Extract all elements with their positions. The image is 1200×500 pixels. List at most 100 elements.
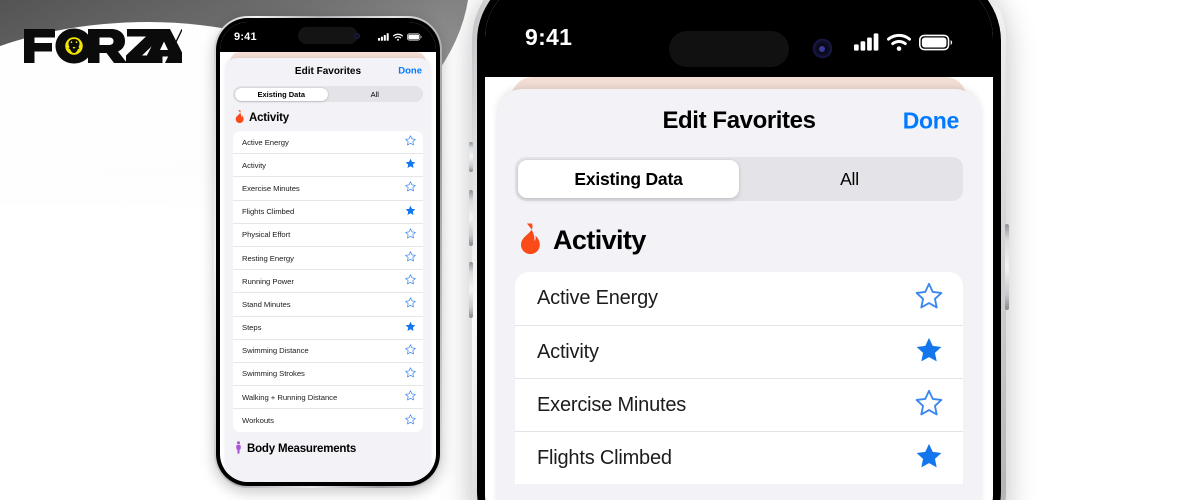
list-item[interactable]: Swimming Distance bbox=[233, 340, 423, 363]
star-outline-icon[interactable] bbox=[915, 389, 943, 417]
list-item[interactable]: Flights Climbed bbox=[515, 431, 963, 484]
star-outline-icon[interactable] bbox=[405, 414, 416, 425]
metrics-list-large: Active Energy Activity Exercise Minutes Fli… bbox=[515, 272, 963, 484]
favorite-toggle[interactable] bbox=[915, 389, 943, 422]
star-outline-icon[interactable] bbox=[405, 274, 416, 285]
list-item-label: Active Energy bbox=[242, 137, 289, 147]
flame-icon bbox=[517, 223, 543, 258]
list-item[interactable]: Workouts bbox=[233, 409, 423, 432]
list-item[interactable]: Active Energy bbox=[515, 272, 963, 325]
favorite-toggle[interactable] bbox=[405, 249, 416, 267]
tab-all[interactable]: All bbox=[328, 88, 422, 101]
favorite-toggle[interactable] bbox=[405, 203, 416, 221]
edit-favorites-sheet-small: Edit Favorites Done Existing Data All Ac… bbox=[225, 58, 431, 482]
favorite-toggle[interactable] bbox=[915, 442, 943, 475]
star-filled-icon[interactable] bbox=[405, 205, 416, 216]
star-outline-icon[interactable] bbox=[405, 251, 416, 262]
list-item[interactable]: Stand Minutes bbox=[233, 293, 423, 317]
phone-large-screen: 9:41 Edit Favorites Done Existing Data A… bbox=[485, 0, 993, 500]
segmented-control-small[interactable]: Existing Data All bbox=[233, 86, 423, 102]
forza-wordmark-icon bbox=[24, 28, 182, 64]
list-item[interactable]: Exercise Minutes bbox=[233, 177, 423, 201]
edit-favorites-sheet-large: Edit Favorites Done Existing Data All Ac… bbox=[497, 89, 981, 500]
favorite-toggle[interactable] bbox=[405, 319, 416, 337]
status-time: 9:41 bbox=[525, 24, 573, 50]
dynamic-island bbox=[298, 27, 358, 44]
list-item-label: Active Energy bbox=[537, 287, 658, 309]
favorite-toggle[interactable] bbox=[405, 412, 416, 430]
tab-existing-data[interactable]: Existing Data bbox=[234, 87, 328, 101]
list-item-label: Activity bbox=[242, 160, 266, 170]
list-item[interactable]: Walking + Running Distance bbox=[233, 386, 423, 410]
section-header-body-measurements: Body Measurements bbox=[225, 432, 431, 457]
list-item-label: Steps bbox=[242, 323, 262, 333]
list-item[interactable]: Activity bbox=[515, 325, 963, 378]
done-button[interactable]: Done bbox=[398, 66, 422, 77]
tab-all[interactable]: All bbox=[739, 160, 960, 198]
body-measurements-icon bbox=[234, 441, 243, 457]
favorite-toggle[interactable] bbox=[915, 282, 943, 315]
star-outline-icon[interactable] bbox=[405, 135, 416, 146]
list-item-label: Swimming Distance bbox=[242, 346, 309, 356]
forza-logo bbox=[22, 22, 182, 68]
star-outline-icon[interactable] bbox=[915, 282, 943, 310]
list-item-label: Stand Minutes bbox=[242, 299, 291, 309]
favorite-toggle[interactable] bbox=[405, 133, 416, 151]
list-item[interactable]: Resting Energy bbox=[233, 247, 423, 271]
list-item-label: Exercise Minutes bbox=[537, 393, 687, 416]
volume-down-button[interactable] bbox=[469, 262, 473, 318]
list-item[interactable]: Physical Effort bbox=[233, 224, 423, 247]
sheet-header-large: Edit Favorites Done bbox=[497, 89, 981, 153]
page-title: Edit Favorites bbox=[662, 107, 816, 134]
screenshot-canvas: 9:41 Edit Favorites Done Existing Data A… bbox=[0, 0, 1200, 500]
star-filled-icon[interactable] bbox=[915, 442, 943, 470]
star-outline-icon[interactable] bbox=[405, 390, 416, 401]
favorite-toggle[interactable] bbox=[915, 336, 943, 369]
front-camera-icon bbox=[353, 33, 360, 39]
list-item[interactable]: Activity bbox=[233, 154, 423, 178]
cellular-signal-icon bbox=[378, 33, 389, 41]
favorite-toggle[interactable] bbox=[405, 272, 416, 290]
favorite-toggle[interactable] bbox=[405, 295, 416, 313]
star-outline-icon[interactable] bbox=[405, 367, 416, 378]
list-item-label: Running Power bbox=[242, 276, 294, 286]
power-button[interactable] bbox=[1005, 224, 1009, 310]
tab-existing-data[interactable]: Existing Data bbox=[518, 160, 739, 198]
front-camera-icon bbox=[812, 39, 832, 58]
list-item[interactable]: Active Energy bbox=[233, 131, 423, 155]
star-filled-icon[interactable] bbox=[405, 158, 416, 169]
battery-icon bbox=[919, 34, 953, 50]
cellular-signal-icon bbox=[854, 33, 879, 51]
favorite-toggle[interactable] bbox=[405, 388, 416, 406]
favorite-toggle[interactable] bbox=[405, 226, 416, 244]
volume-up-button[interactable] bbox=[469, 190, 473, 246]
favorite-toggle[interactable] bbox=[405, 342, 416, 360]
favorite-toggle[interactable] bbox=[405, 156, 416, 174]
star-outline-icon[interactable] bbox=[405, 228, 416, 239]
done-button[interactable]: Done bbox=[903, 108, 960, 135]
list-item-label: Activity bbox=[537, 340, 599, 363]
phone-small-screen: 9:41 Edit Favorites Done Existing Data A… bbox=[220, 22, 436, 482]
list-item-label: Exercise Minutes bbox=[242, 183, 300, 193]
list-item-label: Workouts bbox=[242, 416, 274, 426]
star-outline-icon[interactable] bbox=[405, 344, 416, 355]
star-filled-icon[interactable] bbox=[405, 321, 416, 332]
star-outline-icon[interactable] bbox=[405, 181, 416, 192]
list-item-label: Flights Climbed bbox=[242, 207, 295, 217]
wifi-icon bbox=[887, 33, 911, 51]
list-item[interactable]: Exercise Minutes bbox=[515, 378, 963, 431]
list-item[interactable]: Swimming Strokes bbox=[233, 363, 423, 387]
favorite-toggle[interactable] bbox=[405, 179, 416, 197]
page-title: Edit Favorites bbox=[294, 65, 362, 77]
star-outline-icon[interactable] bbox=[405, 297, 416, 308]
star-filled-icon[interactable] bbox=[915, 336, 943, 364]
segmented-control-large[interactable]: Existing Data All bbox=[515, 157, 963, 201]
list-item[interactable]: Flights Climbed bbox=[233, 201, 423, 224]
favorite-toggle[interactable] bbox=[405, 365, 416, 383]
section-title: Activity bbox=[249, 112, 289, 124]
list-item[interactable]: Running Power bbox=[233, 270, 423, 294]
list-item[interactable]: Steps bbox=[233, 317, 423, 340]
list-item-label: Walking + Running Distance bbox=[242, 392, 338, 402]
mute-switch-button[interactable] bbox=[469, 142, 473, 172]
status-bar-large: 9:41 bbox=[485, 0, 993, 77]
